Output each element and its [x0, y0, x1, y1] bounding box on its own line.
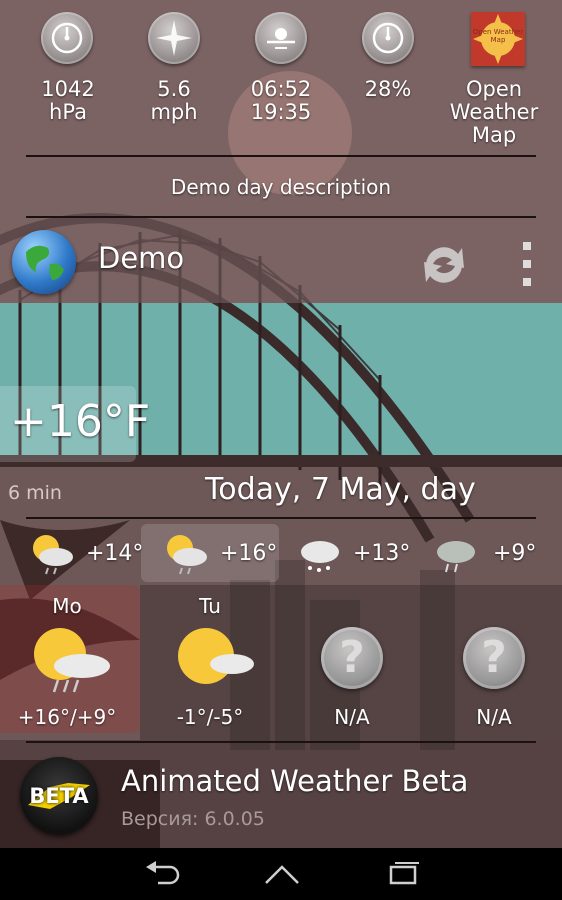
app-version: Версия: 6.0.05: [121, 808, 265, 830]
sun-cloud-rain-icon[interactable]: [24, 622, 114, 696]
day-range: -1°/-5°: [176, 705, 244, 729]
overflow-menu-icon[interactable]: [520, 240, 534, 288]
pressure-value: 1042 hPa: [41, 77, 95, 124]
location-name[interactable]: Demo: [98, 241, 184, 275]
provider-label[interactable]: Open Weather Map: [444, 78, 544, 147]
globe-icon[interactable]: [12, 230, 76, 294]
divider: [26, 741, 536, 743]
barometer-icon[interactable]: [41, 12, 93, 64]
hourly-temp: +13°: [353, 541, 411, 566]
current-temperature: +16°F: [10, 396, 151, 447]
back-icon[interactable]: [142, 861, 182, 887]
beta-badge-icon[interactable]: BETA: [20, 757, 98, 835]
home-icon[interactable]: [262, 861, 302, 887]
navigation-bar: [0, 848, 562, 900]
unknown-weather-icon[interactable]: ?: [463, 627, 525, 689]
hourly-temp: +14°: [86, 541, 144, 566]
date-label: Today, 7 May, day: [205, 472, 476, 507]
divider: [26, 517, 536, 519]
humidity-icon[interactable]: [362, 12, 414, 64]
unknown-weather-icon[interactable]: ?: [321, 627, 383, 689]
owm-logo-text: Open Weather Map: [472, 28, 524, 44]
day-range: N/A: [476, 705, 512, 729]
sun-cloud-rain-icon: [160, 530, 210, 576]
divider: [26, 155, 536, 157]
cloud-snow-icon: [294, 530, 344, 576]
hourly-temp: +9°: [493, 541, 537, 566]
wind-compass-icon[interactable]: [148, 12, 200, 64]
humidity-value: 28%: [364, 77, 412, 101]
open-weather-map-logo[interactable]: Open Weather Map: [471, 12, 525, 66]
day-label: Tu: [199, 594, 221, 618]
cloud-rain-icon: [430, 530, 480, 576]
app-name: Animated Weather Beta: [121, 764, 469, 798]
wind-value: 5.6 mph: [150, 77, 198, 124]
sun-cloud-rain-icon: [26, 530, 76, 576]
beta-badge-text: BETA: [29, 784, 89, 808]
updated-time: 6 min: [8, 482, 62, 504]
refresh-icon[interactable]: [416, 236, 472, 292]
sunrise-sunset-icon[interactable]: [255, 12, 307, 64]
divider: [26, 216, 536, 218]
day-label: Mo: [52, 594, 82, 618]
day-range: +16°/+9°: [17, 705, 117, 729]
day-range: N/A: [334, 705, 370, 729]
recent-apps-icon[interactable]: [383, 861, 423, 887]
weather-screen: Open Weather Map 1042 hPa 5.6 mph 06:52 19:…: [0, 0, 562, 848]
hourly-temp: +16°: [220, 541, 278, 566]
sun-times-value: 06:52 19:35: [250, 77, 312, 124]
day-description: Demo day description: [170, 175, 392, 199]
sun-cloud-icon[interactable]: [168, 622, 258, 696]
